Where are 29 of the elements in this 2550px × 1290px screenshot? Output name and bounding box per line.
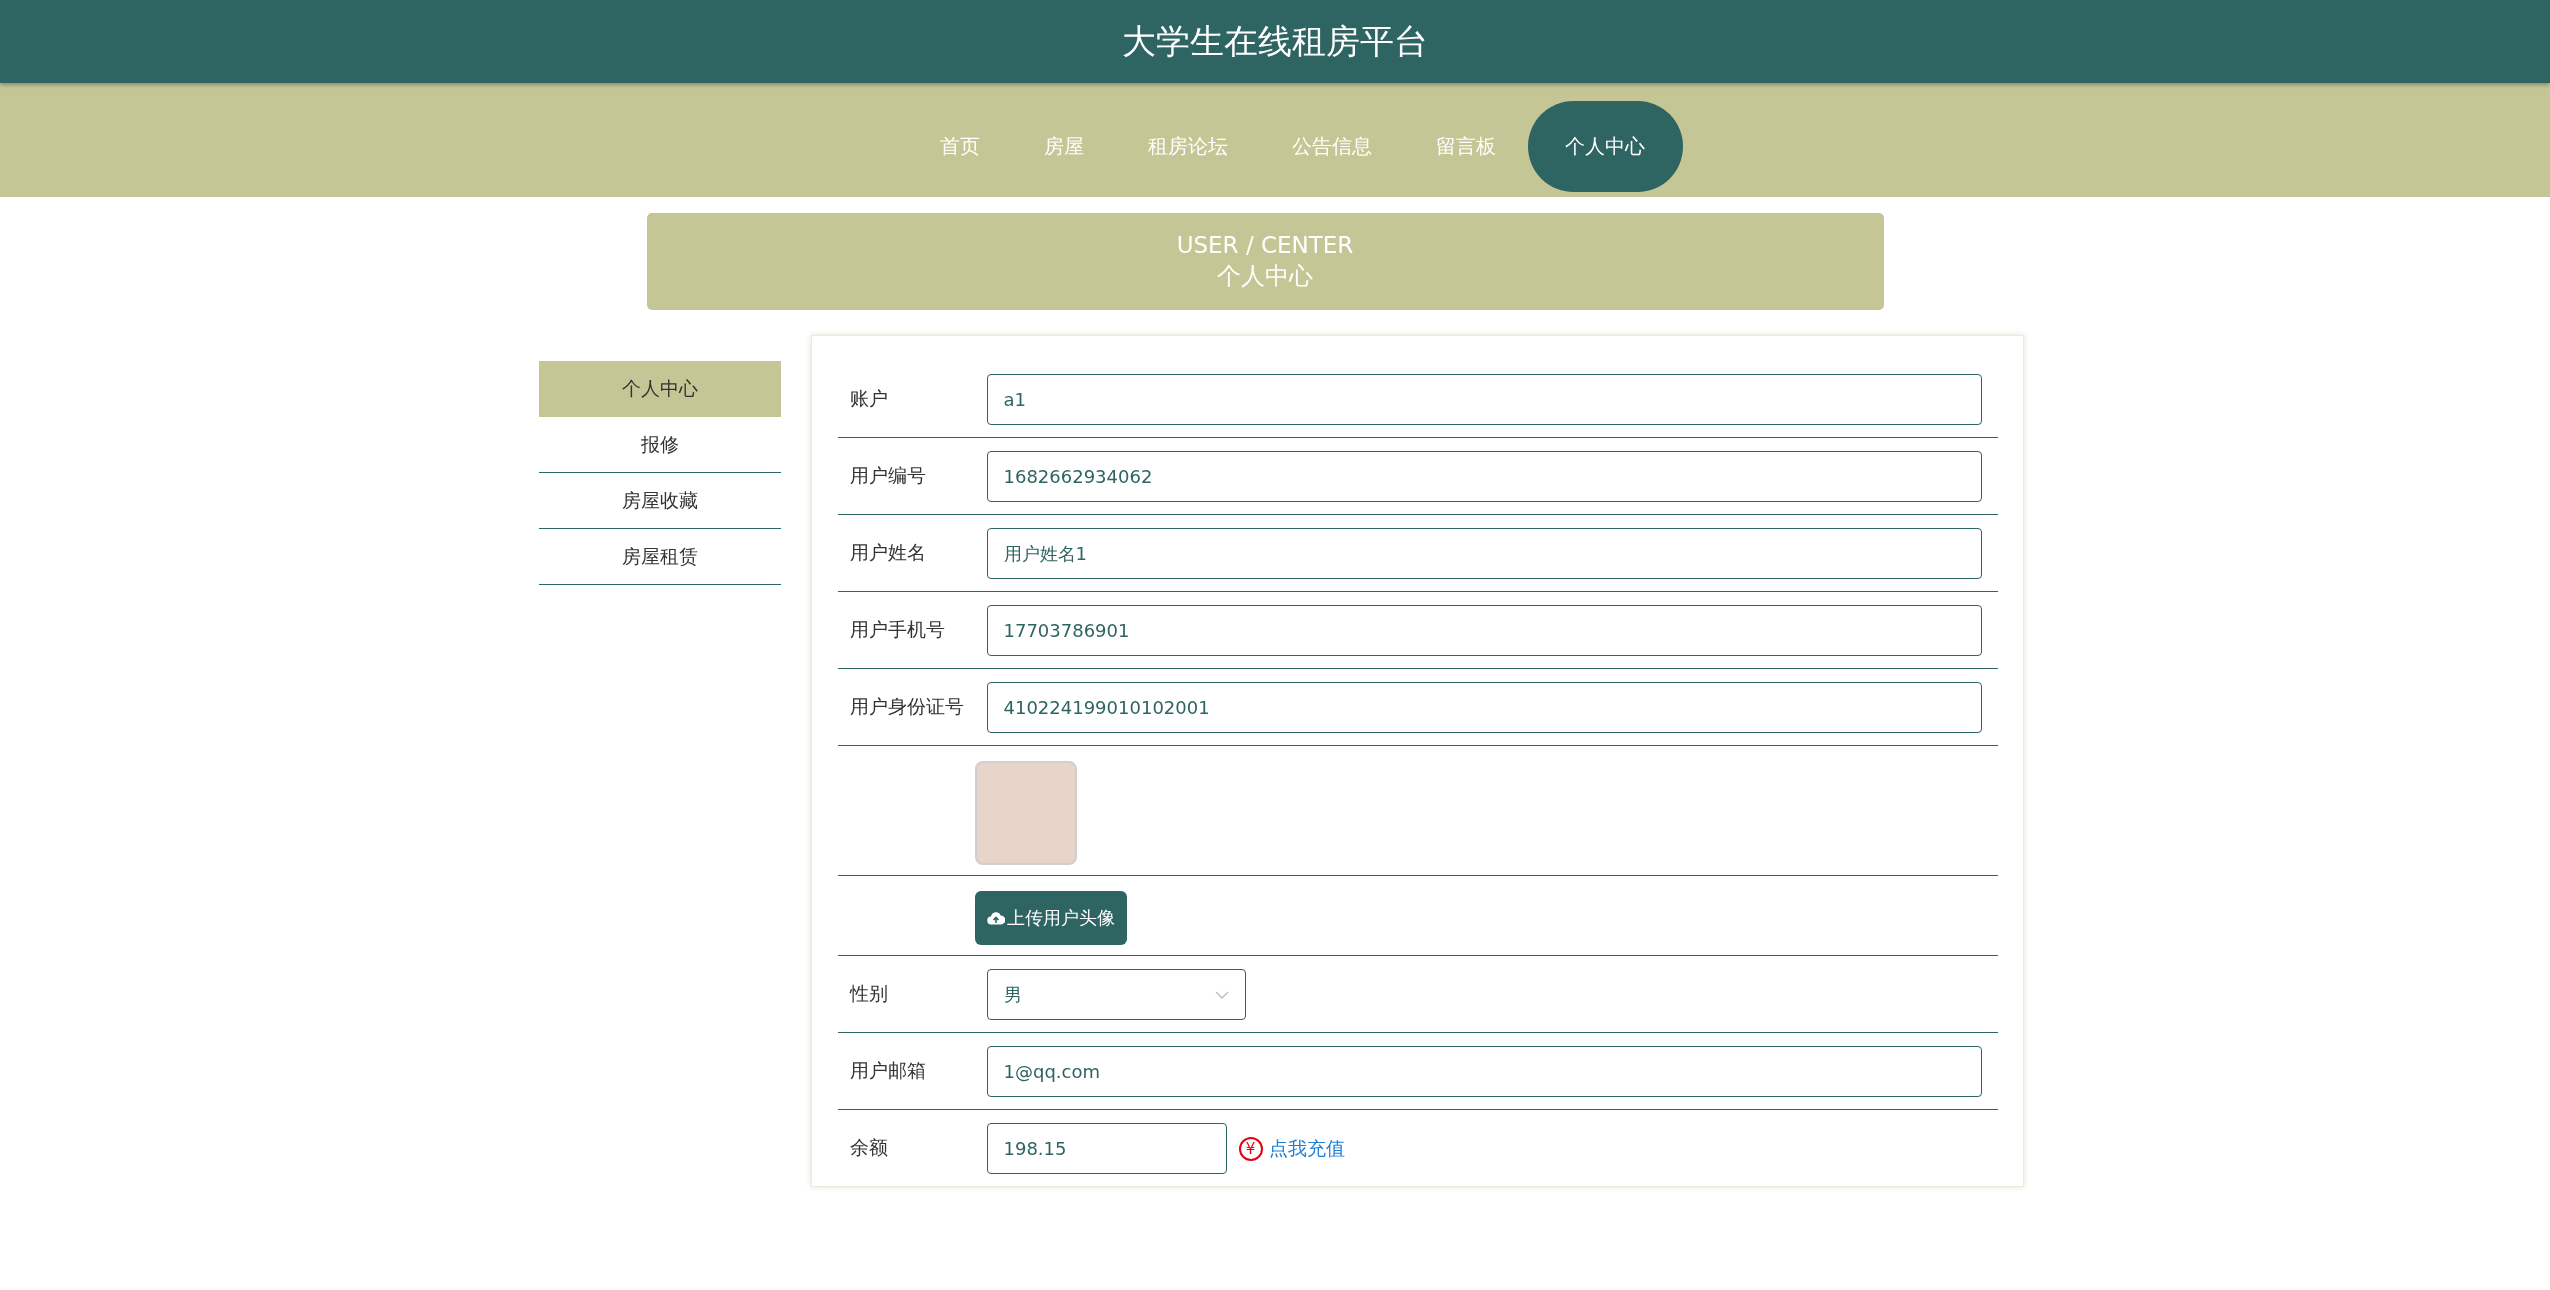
field-label: 账户	[848, 386, 889, 411]
field-label: 用户手机号	[848, 617, 946, 642]
site-title: 大学生在线租房平台	[1122, 19, 1428, 63]
field-label: 用户编号	[848, 463, 927, 488]
sidebar-item[interactable]: 报修	[538, 417, 781, 473]
input-field[interactable]: 1682662934062	[986, 451, 1982, 502]
field-label: 用户姓名	[848, 540, 927, 565]
sidebar-item[interactable]: 房屋收藏	[538, 473, 781, 529]
sidebar-item[interactable]: 房屋租赁	[538, 529, 781, 585]
input-field[interactable]: 用户姓名1	[986, 528, 1982, 579]
banner-title: 个人中心	[1217, 260, 1313, 292]
field-label: 用户邮箱	[848, 1058, 927, 1083]
input-field[interactable]: a1	[986, 374, 1982, 425]
banner-subtitle: USER / CENTER	[1176, 231, 1354, 258]
chevron-down-icon	[1214, 990, 1229, 999]
field-label: 用户身份证号	[848, 694, 965, 719]
field-label: 性别	[848, 981, 889, 1006]
cloud-upload-icon	[986, 911, 1005, 925]
gender-select[interactable]: 男	[986, 969, 1246, 1020]
sidebar-item[interactable]: 个人中心	[538, 361, 781, 417]
recharge-link[interactable]: 点我充值	[1268, 1135, 1345, 1162]
nav-tab[interactable]: 个人中心	[1527, 100, 1683, 192]
input-field[interactable]: 17703786901	[986, 605, 1982, 656]
yen-icon: ¥	[1238, 1136, 1263, 1161]
field-label: 余额	[848, 1135, 889, 1160]
input-field[interactable]: 410224199010102001	[986, 682, 1982, 733]
input-field[interactable]: 1@qq.com	[986, 1046, 1982, 1097]
input-field[interactable]: 198.15	[986, 1123, 1227, 1174]
upload-avatar-button[interactable]: 上传用户头像	[974, 891, 1127, 945]
